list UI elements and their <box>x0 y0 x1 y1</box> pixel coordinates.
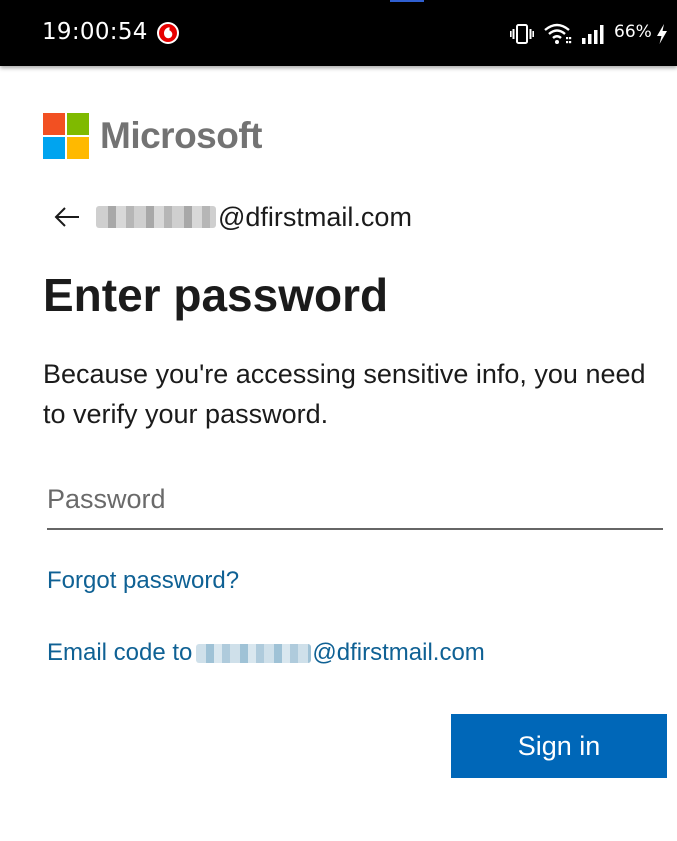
vibrate-icon <box>510 24 534 44</box>
cell-signal-icon <box>582 25 604 44</box>
status-bar-accent <box>390 0 424 2</box>
email-code-link[interactable]: Email code to @dfirstmail.com <box>47 639 485 667</box>
vodafone-icon <box>157 22 179 44</box>
redacted-username <box>96 206 216 228</box>
sign-in-button[interactable]: Sign in <box>451 714 667 778</box>
brand-name: Microsoft <box>100 115 263 156</box>
page-description: Because you're accessing sensitive info,… <box>43 359 646 429</box>
back-arrow-icon[interactable] <box>54 206 80 228</box>
email-code-domain: @dfirstmail.com <box>312 639 485 666</box>
status-bar: 19:00:54 66% <box>0 0 677 66</box>
battery-percentage: 66% <box>614 22 652 42</box>
wifi-icon <box>544 23 572 44</box>
password-input[interactable] <box>47 470 663 530</box>
account-email-domain: @dfirstmail.com <box>218 201 412 232</box>
redacted-email-username <box>196 643 312 663</box>
forgot-password-link[interactable]: Forgot password? <box>47 567 239 595</box>
clock: 19:00:54 <box>42 19 148 45</box>
charging-icon <box>657 24 667 44</box>
account-identity: @dfirstmail.com <box>96 200 412 234</box>
email-code-prefix: Email code to <box>47 639 193 666</box>
page-title: Enter password <box>43 269 389 321</box>
microsoft-logo <box>43 113 89 159</box>
